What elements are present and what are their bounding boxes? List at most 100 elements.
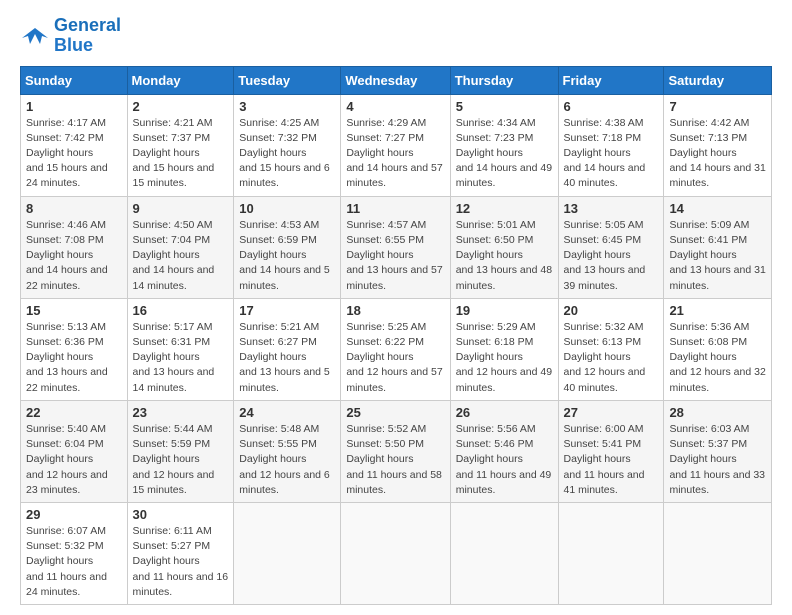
calendar-table: SundayMondayTuesdayWednesdayThursdayFrid… <box>20 66 772 605</box>
day-number: 26 <box>456 405 553 420</box>
day-cell: 22 Sunrise: 5:40 AMSunset: 6:04 PMDaylig… <box>21 400 128 502</box>
day-detail: Sunrise: 6:11 AMSunset: 5:27 PMDaylight … <box>133 525 229 598</box>
day-detail: Sunrise: 5:21 AMSunset: 6:27 PMDaylight … <box>239 321 330 394</box>
day-cell <box>664 502 772 604</box>
day-number: 20 <box>564 303 659 318</box>
day-detail: Sunrise: 6:00 AMSunset: 5:41 PMDaylight … <box>564 423 645 496</box>
day-cell: 10 Sunrise: 4:53 AMSunset: 6:59 PMDaylig… <box>234 196 341 298</box>
calendar-body: 1 Sunrise: 4:17 AMSunset: 7:42 PMDayligh… <box>21 94 772 604</box>
day-cell: 9 Sunrise: 4:50 AMSunset: 7:04 PMDayligh… <box>127 196 234 298</box>
column-header-monday: Monday <box>127 66 234 94</box>
column-header-thursday: Thursday <box>450 66 558 94</box>
week-row-1: 1 Sunrise: 4:17 AMSunset: 7:42 PMDayligh… <box>21 94 772 196</box>
day-detail: Sunrise: 5:09 AMSunset: 6:41 PMDaylight … <box>669 219 765 292</box>
day-cell: 28 Sunrise: 6:03 AMSunset: 5:37 PMDaylig… <box>664 400 772 502</box>
day-number: 7 <box>669 99 766 114</box>
day-cell: 17 Sunrise: 5:21 AMSunset: 6:27 PMDaylig… <box>234 298 341 400</box>
week-row-3: 15 Sunrise: 5:13 AMSunset: 6:36 PMDaylig… <box>21 298 772 400</box>
day-number: 6 <box>564 99 659 114</box>
day-detail: Sunrise: 5:44 AMSunset: 5:59 PMDaylight … <box>133 423 215 496</box>
day-detail: Sunrise: 6:03 AMSunset: 5:37 PMDaylight … <box>669 423 765 496</box>
day-number: 11 <box>346 201 444 216</box>
day-number: 12 <box>456 201 553 216</box>
day-detail: Sunrise: 4:46 AMSunset: 7:08 PMDaylight … <box>26 219 108 292</box>
day-cell: 24 Sunrise: 5:48 AMSunset: 5:55 PMDaylig… <box>234 400 341 502</box>
day-cell: 7 Sunrise: 4:42 AMSunset: 7:13 PMDayligh… <box>664 94 772 196</box>
day-number: 22 <box>26 405 122 420</box>
day-detail: Sunrise: 4:29 AMSunset: 7:27 PMDaylight … <box>346 117 442 190</box>
day-detail: Sunrise: 6:07 AMSunset: 5:32 PMDaylight … <box>26 525 107 598</box>
day-cell: 23 Sunrise: 5:44 AMSunset: 5:59 PMDaylig… <box>127 400 234 502</box>
day-number: 28 <box>669 405 766 420</box>
logo: General Blue <box>20 16 121 56</box>
day-cell: 25 Sunrise: 5:52 AMSunset: 5:50 PMDaylig… <box>341 400 450 502</box>
logo-icon <box>20 24 50 48</box>
day-cell: 26 Sunrise: 5:56 AMSunset: 5:46 PMDaylig… <box>450 400 558 502</box>
column-header-sunday: Sunday <box>21 66 128 94</box>
day-detail: Sunrise: 5:40 AMSunset: 6:04 PMDaylight … <box>26 423 108 496</box>
day-cell: 20 Sunrise: 5:32 AMSunset: 6:13 PMDaylig… <box>558 298 664 400</box>
day-cell: 8 Sunrise: 4:46 AMSunset: 7:08 PMDayligh… <box>21 196 128 298</box>
day-cell <box>450 502 558 604</box>
day-number: 16 <box>133 303 229 318</box>
day-cell: 13 Sunrise: 5:05 AMSunset: 6:45 PMDaylig… <box>558 196 664 298</box>
day-number: 25 <box>346 405 444 420</box>
day-cell: 2 Sunrise: 4:21 AMSunset: 7:37 PMDayligh… <box>127 94 234 196</box>
day-detail: Sunrise: 5:01 AMSunset: 6:50 PMDaylight … <box>456 219 552 292</box>
column-header-wednesday: Wednesday <box>341 66 450 94</box>
day-number: 1 <box>26 99 122 114</box>
week-row-5: 29 Sunrise: 6:07 AMSunset: 5:32 PMDaylig… <box>21 502 772 604</box>
day-number: 23 <box>133 405 229 420</box>
day-number: 5 <box>456 99 553 114</box>
column-header-friday: Friday <box>558 66 664 94</box>
day-detail: Sunrise: 4:38 AMSunset: 7:18 PMDaylight … <box>564 117 646 190</box>
day-cell: 6 Sunrise: 4:38 AMSunset: 7:18 PMDayligh… <box>558 94 664 196</box>
day-cell: 19 Sunrise: 5:29 AMSunset: 6:18 PMDaylig… <box>450 298 558 400</box>
day-number: 10 <box>239 201 335 216</box>
day-detail: Sunrise: 5:17 AMSunset: 6:31 PMDaylight … <box>133 321 215 394</box>
day-cell <box>341 502 450 604</box>
day-cell: 3 Sunrise: 4:25 AMSunset: 7:32 PMDayligh… <box>234 94 341 196</box>
logo-text: General Blue <box>54 16 121 56</box>
day-number: 19 <box>456 303 553 318</box>
day-cell: 5 Sunrise: 4:34 AMSunset: 7:23 PMDayligh… <box>450 94 558 196</box>
day-detail: Sunrise: 4:57 AMSunset: 6:55 PMDaylight … <box>346 219 442 292</box>
day-number: 13 <box>564 201 659 216</box>
day-number: 4 <box>346 99 444 114</box>
day-cell: 27 Sunrise: 6:00 AMSunset: 5:41 PMDaylig… <box>558 400 664 502</box>
day-cell: 4 Sunrise: 4:29 AMSunset: 7:27 PMDayligh… <box>341 94 450 196</box>
day-number: 15 <box>26 303 122 318</box>
day-cell: 14 Sunrise: 5:09 AMSunset: 6:41 PMDaylig… <box>664 196 772 298</box>
day-number: 30 <box>133 507 229 522</box>
day-number: 17 <box>239 303 335 318</box>
day-cell: 21 Sunrise: 5:36 AMSunset: 6:08 PMDaylig… <box>664 298 772 400</box>
day-detail: Sunrise: 4:21 AMSunset: 7:37 PMDaylight … <box>133 117 215 190</box>
day-detail: Sunrise: 5:32 AMSunset: 6:13 PMDaylight … <box>564 321 646 394</box>
header: General Blue <box>20 16 772 56</box>
day-detail: Sunrise: 4:17 AMSunset: 7:42 PMDaylight … <box>26 117 108 190</box>
week-row-2: 8 Sunrise: 4:46 AMSunset: 7:08 PMDayligh… <box>21 196 772 298</box>
day-cell: 12 Sunrise: 5:01 AMSunset: 6:50 PMDaylig… <box>450 196 558 298</box>
day-detail: Sunrise: 5:29 AMSunset: 6:18 PMDaylight … <box>456 321 552 394</box>
column-header-saturday: Saturday <box>664 66 772 94</box>
day-detail: Sunrise: 5:48 AMSunset: 5:55 PMDaylight … <box>239 423 330 496</box>
day-cell <box>558 502 664 604</box>
day-detail: Sunrise: 5:36 AMSunset: 6:08 PMDaylight … <box>669 321 765 394</box>
day-detail: Sunrise: 4:50 AMSunset: 7:04 PMDaylight … <box>133 219 215 292</box>
page: General Blue SundayMondayTuesdayWednesda… <box>0 0 792 615</box>
day-number: 24 <box>239 405 335 420</box>
calendar-header-row: SundayMondayTuesdayWednesdayThursdayFrid… <box>21 66 772 94</box>
day-detail: Sunrise: 5:52 AMSunset: 5:50 PMDaylight … <box>346 423 442 496</box>
day-number: 8 <box>26 201 122 216</box>
day-detail: Sunrise: 4:53 AMSunset: 6:59 PMDaylight … <box>239 219 330 292</box>
day-cell: 11 Sunrise: 4:57 AMSunset: 6:55 PMDaylig… <box>341 196 450 298</box>
day-number: 27 <box>564 405 659 420</box>
day-detail: Sunrise: 4:42 AMSunset: 7:13 PMDaylight … <box>669 117 765 190</box>
day-detail: Sunrise: 5:25 AMSunset: 6:22 PMDaylight … <box>346 321 442 394</box>
day-cell: 30 Sunrise: 6:11 AMSunset: 5:27 PMDaylig… <box>127 502 234 604</box>
day-cell: 16 Sunrise: 5:17 AMSunset: 6:31 PMDaylig… <box>127 298 234 400</box>
day-detail: Sunrise: 5:05 AMSunset: 6:45 PMDaylight … <box>564 219 646 292</box>
day-detail: Sunrise: 5:56 AMSunset: 5:46 PMDaylight … <box>456 423 552 496</box>
day-detail: Sunrise: 4:25 AMSunset: 7:32 PMDaylight … <box>239 117 330 190</box>
day-cell <box>234 502 341 604</box>
